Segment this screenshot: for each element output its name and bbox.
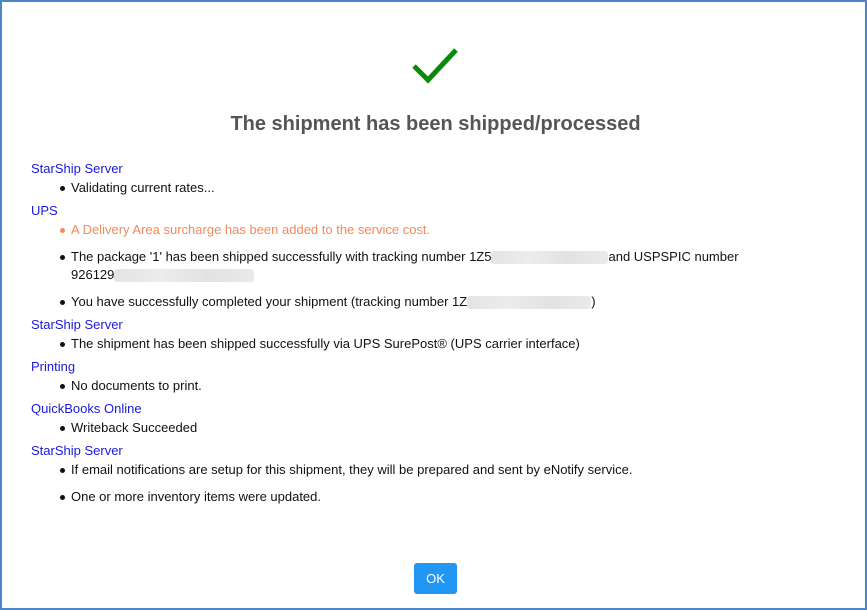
redacted-tracking-number (467, 296, 592, 310)
checkmark-icon (412, 48, 458, 84)
section-title: StarShip Server (31, 161, 123, 176)
section-title: UPS (31, 203, 58, 218)
section-title: StarShip Server (31, 443, 123, 458)
message-list: Validating current rates... (31, 179, 831, 197)
message-item: Validating current rates... (31, 179, 831, 197)
message-text: You have successfully completed your shi… (71, 294, 468, 309)
results-list: StarShip Server Validating current rates… (31, 160, 831, 511)
message-item: Writeback Succeeded (31, 419, 831, 437)
section-printing: Printing No documents to print. (31, 358, 831, 395)
redacted-uspspic-number (114, 269, 255, 283)
ok-button[interactable]: OK (414, 563, 457, 594)
message-item: If email notifications are setup for thi… (31, 461, 831, 479)
message-list: A Delivery Area surcharge has been added… (31, 221, 831, 311)
warning-message-item: A Delivery Area surcharge has been added… (31, 221, 831, 239)
section-starship-server-notify: StarShip Server If email notifications a… (31, 442, 831, 506)
section-ups: UPS A Delivery Area surcharge has been a… (31, 202, 831, 311)
message-list: Writeback Succeeded (31, 419, 831, 437)
section-starship-server-rates: StarShip Server Validating current rates… (31, 160, 831, 197)
redacted-tracking-number (491, 251, 609, 265)
section-starship-server-shipped: StarShip Server The shipment has been sh… (31, 316, 831, 353)
dialog-title: The shipment has been shipped/processed (230, 113, 641, 135)
section-quickbooks-online: QuickBooks Online Writeback Succeeded (31, 400, 831, 437)
shipment-result-dialog: The shipment has been shipped/processed … (0, 0, 867, 610)
message-item: The shipment has been shipped successful… (31, 335, 831, 353)
message-text: The package '1' has been shipped success… (71, 249, 492, 264)
section-title: StarShip Server (31, 317, 123, 332)
message-text: 926129 (71, 267, 115, 282)
message-item: No documents to print. (31, 377, 831, 395)
message-item-completed: You have successfully completed your shi… (31, 293, 831, 311)
message-text: ) (591, 294, 596, 309)
message-item: One or more inventory items were updated… (31, 488, 831, 506)
message-list: If email notifications are setup for thi… (31, 461, 831, 506)
message-item-tracking: The package '1' has been shipped success… (31, 248, 831, 284)
section-title: Printing (31, 359, 76, 374)
message-text: and USPSPIC number (608, 249, 739, 264)
message-list: No documents to print. (31, 377, 831, 395)
message-list: The shipment has been shipped successful… (31, 335, 831, 353)
section-title: QuickBooks Online (31, 401, 142, 416)
